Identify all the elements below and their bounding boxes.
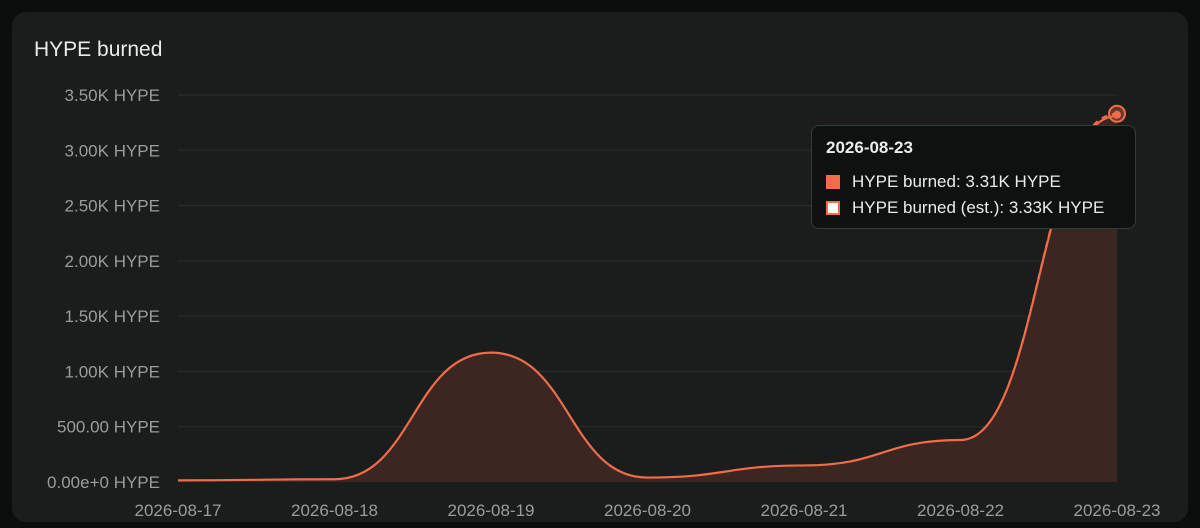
- tooltip-date: 2026-08-23: [826, 138, 913, 157]
- chart-tooltip: 2026-08-23 HYPE burned: 3.31K HYPE HYPE …: [811, 125, 1136, 229]
- x-tick-label: 2026-08-21: [761, 501, 848, 520]
- y-tick-label: 2.00K HYPE: [65, 252, 160, 271]
- hover-marker-layer: [1108, 104, 1126, 123]
- y-tick-label: 0.00e+0 HYPE: [47, 473, 160, 492]
- x-axis-ticks: 2026-08-17 2026-08-18 2026-08-19 2026-08-20…: [135, 501, 1161, 520]
- y-axis-ticks: 0.00e+0 HYPE 500.00 HYPE 1.00K HYPE 1.50K H…: [47, 86, 160, 492]
- tooltip-label-est: HYPE burned (est.): 3.33K HYPE: [852, 198, 1105, 217]
- x-tick-label: 2026-08-20: [604, 501, 691, 520]
- x-tick-label: 2026-08-18: [291, 501, 378, 520]
- x-tick-label: 2026-08-23: [1074, 501, 1161, 520]
- x-tick-label: 2026-08-19: [448, 501, 535, 520]
- x-tick-label: 2026-08-17: [135, 501, 222, 520]
- y-tick-label: 2.50K HYPE: [65, 197, 160, 216]
- legend-swatch-burned: [826, 175, 840, 189]
- legend-swatch-est: [826, 201, 840, 215]
- x-tick-label: 2026-08-22: [917, 501, 1004, 520]
- tooltip-row-burned: HYPE burned: 3.31K HYPE: [826, 169, 1121, 195]
- tooltip-label-burned: HYPE burned: 3.31K HYPE: [852, 172, 1061, 191]
- y-tick-label: 1.00K HYPE: [65, 362, 160, 381]
- hover-point: [1113, 110, 1121, 119]
- tooltip-row-est: HYPE burned (est.): 3.33K HYPE: [826, 195, 1121, 221]
- y-tick-label: 3.50K HYPE: [65, 86, 160, 105]
- y-tick-label: 1.50K HYPE: [65, 307, 160, 326]
- chart-plot[interactable]: 0.00e+0 HYPE 500.00 HYPE 1.00K HYPE 1.50K H…: [0, 0, 1200, 528]
- y-tick-label: 500.00 HYPE: [57, 418, 160, 437]
- y-tick-label: 3.00K HYPE: [65, 141, 160, 160]
